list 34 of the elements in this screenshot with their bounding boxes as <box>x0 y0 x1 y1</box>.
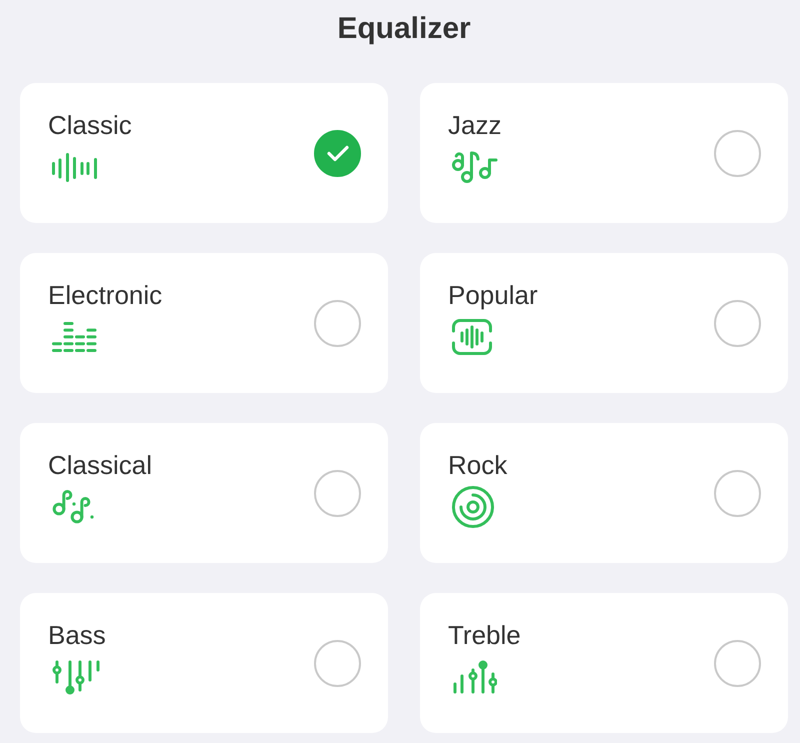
preset-card[interactable]: Rock <box>420 423 788 563</box>
preset-label: Electronic <box>48 280 162 310</box>
framed-waveform-icon <box>452 319 492 355</box>
music-notes-icon <box>52 490 94 524</box>
equalizer-bars-icon <box>52 322 97 352</box>
sliders-icon <box>452 660 497 694</box>
preset-label: Jazz <box>448 110 502 140</box>
preset-label: Classic <box>48 110 132 140</box>
preset-label: Rock <box>448 450 508 480</box>
preset-card[interactable]: Treble <box>420 593 788 733</box>
radio-button[interactable] <box>314 300 361 346</box>
radio-button[interactable] <box>714 640 761 686</box>
preset-label: Classical <box>48 450 152 480</box>
preset-label: Popular <box>448 280 538 310</box>
preset-card[interactable]: Popular <box>420 253 788 393</box>
preset-label: Bass <box>48 620 106 650</box>
radio-button[interactable] <box>314 470 361 516</box>
disc-icon <box>452 486 494 528</box>
screen-title: Equalizer <box>336 11 472 47</box>
preset-label: Treble <box>448 620 521 650</box>
check-icon <box>326 144 348 162</box>
preset-card[interactable]: Classical <box>20 423 388 563</box>
waveform-icon <box>52 152 97 182</box>
radio-button[interactable] <box>714 300 761 346</box>
radio-button[interactable] <box>714 130 761 176</box>
music-notes-icon <box>452 150 498 184</box>
preset-card[interactable]: Bass <box>20 593 388 733</box>
preset-card[interactable]: Electronic <box>20 253 388 393</box>
radio-button[interactable] <box>714 470 761 516</box>
preset-card[interactable]: Classic <box>20 83 388 223</box>
radio-button[interactable] <box>314 130 361 176</box>
preset-card[interactable]: Jazz <box>420 83 788 223</box>
radio-button[interactable] <box>314 640 361 686</box>
sliders-icon <box>52 660 101 694</box>
